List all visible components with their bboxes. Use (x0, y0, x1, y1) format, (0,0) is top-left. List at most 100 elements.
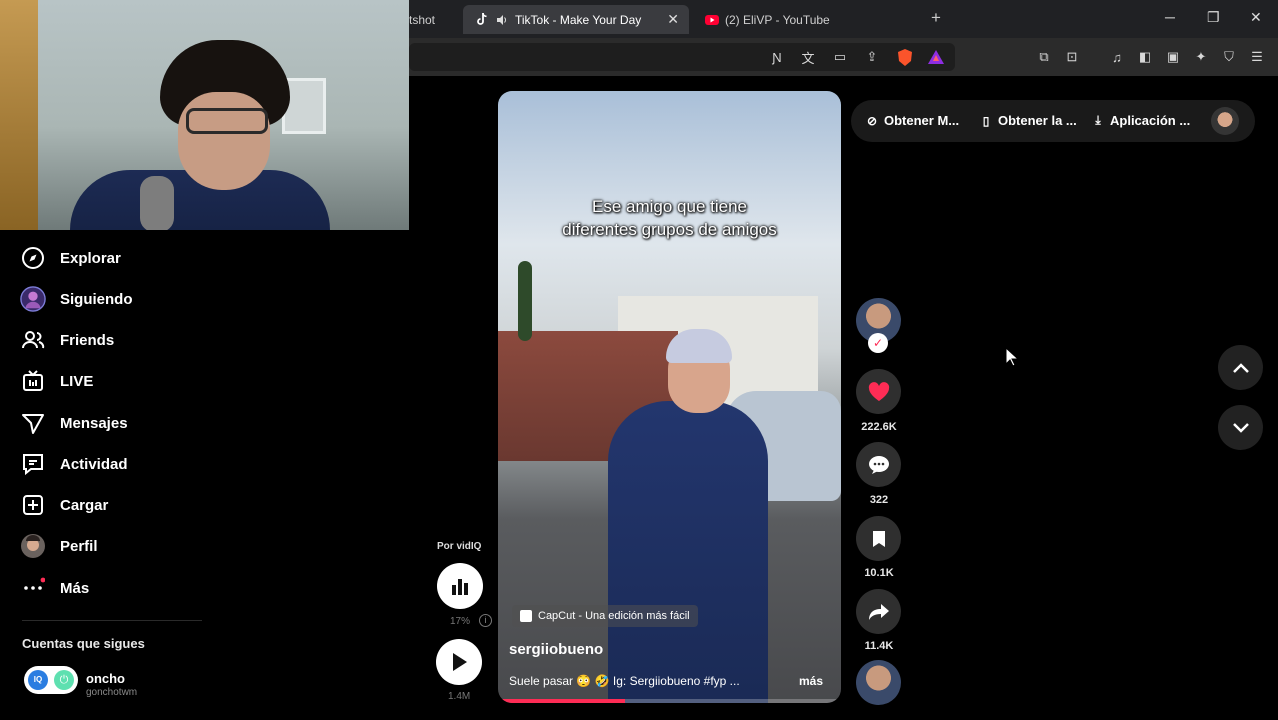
brave-rewards-icon[interactable] (927, 48, 945, 66)
sidebar-item-cargar[interactable]: Cargar (20, 490, 108, 520)
sidebar-nav: Explorar Siguiendo Friends LIVE Mensajes… (0, 230, 409, 720)
get-coins-link[interactable]: ⊘ Obtener M... (865, 113, 959, 128)
tab-label: tshot (409, 12, 436, 27)
tiktok-icon (475, 13, 489, 27)
coin-icon: ⊘ (866, 113, 878, 128)
video-progress-bar[interactable] (498, 699, 841, 703)
save-button[interactable] (856, 516, 901, 561)
webcam-overlay (0, 0, 409, 230)
video-caption-line: diferentes grupos de amigos (562, 220, 777, 239)
more-link[interactable]: más (799, 674, 823, 688)
activity-icon (20, 451, 46, 477)
user-avatar[interactable] (1211, 107, 1239, 135)
sidebar-icon[interactable]: ◧ (1136, 48, 1154, 66)
desktop-app-label: Aplicación ... (1110, 113, 1191, 128)
video-caption-line: Ese amigo que tiene (592, 197, 747, 216)
vpn-icon[interactable]: ⛉ (1220, 48, 1238, 66)
new-tab-button[interactable]: + (931, 8, 941, 28)
power-icon: ⏻ (54, 670, 74, 690)
video-username[interactable]: sergiiobueno (509, 641, 603, 658)
sidebar-item-label: Perfil (60, 537, 98, 555)
play-button[interactable] (436, 639, 482, 685)
speaker-icon[interactable] (495, 13, 509, 27)
sidebar-item-label: Más (60, 579, 90, 597)
next-video-button[interactable] (1218, 405, 1263, 450)
vidiq-icon: IQ (28, 670, 48, 690)
vidiq-label: Por vidIQ (437, 541, 482, 552)
sidebar-item-live[interactable]: LIVE (20, 366, 93, 396)
like-button[interactable] (856, 369, 901, 414)
tab-screenshot[interactable]: tshot (409, 5, 459, 34)
account-name: oncho (86, 671, 125, 686)
tab-tiktok[interactable]: TikTok - Make Your Day ✕ (463, 5, 689, 34)
video-description: Suele pasar 😳 🤣 Ig: Sergiiobueno #fyp ..… (509, 674, 740, 688)
share-icon[interactable]: ⇪ (863, 48, 881, 66)
follow-check-icon[interactable]: ✓ (868, 333, 888, 353)
top-actions-bar: ⊘ Obtener M... ▯ Obtener la ... ⤓ Aplica… (851, 100, 1255, 142)
vidiq-badge[interactable]: IQ ⏻ (24, 666, 78, 694)
close-tab-icon[interactable]: ✕ (667, 11, 679, 28)
sidebar-item-mensajes[interactable]: Mensajes (20, 408, 128, 438)
comment-icon (868, 455, 889, 474)
video-player[interactable]: Ese amigo que tiene diferentes grupos de… (498, 91, 841, 703)
sidebar-item-friends[interactable]: Friends (20, 325, 114, 355)
vidiq-views: 1.4M (448, 691, 471, 702)
cast-icon[interactable]: ▭ (831, 48, 849, 66)
minimize-icon[interactable]: ─ (1165, 9, 1175, 25)
webcam-microphone (140, 176, 174, 230)
get-app-label: Obtener la ... (998, 113, 1077, 128)
more-icon (20, 575, 46, 601)
bookmark-icon (872, 530, 885, 547)
share-button[interactable] (856, 589, 901, 634)
sidebar-item-mas[interactable]: Más (20, 573, 89, 603)
info-icon[interactable]: i (479, 614, 492, 627)
live-icon (20, 368, 46, 394)
sidebar-item-actividad[interactable]: Actividad (20, 449, 128, 479)
get-app-link[interactable]: ▯ Obtener la ... (979, 113, 1077, 128)
sidebar-item-siguiendo[interactable]: Siguiendo (20, 284, 133, 314)
no-tracking-icon[interactable]: Ɲ (768, 48, 786, 66)
media-icon[interactable]: ♫ (1108, 48, 1126, 66)
capcut-badge[interactable]: CapCut - Una edición más fácil (512, 605, 698, 627)
sidebar-item-label: Actividad (60, 455, 128, 473)
brave-shield-icon[interactable] (896, 48, 914, 66)
capcut-label: CapCut - Una edición más fácil (538, 610, 690, 622)
window-close-icon[interactable]: ✕ (1250, 9, 1262, 26)
extensions-icon[interactable]: ⧉ (1035, 48, 1053, 66)
youtube-icon (705, 13, 719, 27)
sound-avatar[interactable] (856, 660, 901, 705)
download-icon: ⤓ (1095, 113, 1101, 127)
following-avatar-icon (20, 286, 46, 312)
friends-icon (20, 327, 46, 353)
vidiq-stats-button[interactable] (437, 563, 483, 609)
profile-avatar-icon (20, 533, 46, 559)
video-progress-fill (498, 699, 625, 703)
menu-icon[interactable]: ☰ (1248, 48, 1266, 66)
vidiq-percent: 17% (450, 616, 471, 627)
restore-icon[interactable]: ❐ (1207, 9, 1220, 26)
send-icon (20, 410, 46, 436)
upload-icon (20, 492, 46, 518)
comment-button[interactable] (856, 442, 901, 487)
sidebar-item-perfil[interactable]: Perfil (20, 531, 98, 561)
previous-video-button[interactable] (1218, 345, 1263, 390)
sidebar-item-explorar[interactable]: Explorar (20, 243, 121, 273)
tab-youtube[interactable]: (2) EliVP - YouTube (695, 5, 921, 34)
share-count: 11.4K (864, 640, 894, 652)
screenshot-icon[interactable]: ⊡ (1063, 48, 1081, 66)
chevron-up-icon (1232, 362, 1249, 373)
account-handle: gonchotwm (86, 687, 138, 698)
save-count: 10.1K (864, 567, 894, 579)
following-accounts-title: Cuentas que sigues (22, 636, 145, 651)
like-count: 222.6K (861, 421, 897, 433)
wallet-icon[interactable]: ▣ (1164, 48, 1182, 66)
desktop-app-link[interactable]: ⤓ Aplicación ... (1091, 113, 1190, 128)
sidebar-divider (22, 620, 202, 621)
leo-ai-icon[interactable]: ✦ (1192, 48, 1210, 66)
tab-label: TikTok - Make Your Day (515, 12, 642, 27)
webcam-person-glasses (186, 108, 268, 134)
video-scene-person (608, 401, 768, 703)
translate-icon[interactable]: 文 (799, 48, 817, 66)
sidebar-item-label: LIVE (60, 372, 94, 390)
sidebar-item-label: Siguiendo (60, 290, 133, 308)
